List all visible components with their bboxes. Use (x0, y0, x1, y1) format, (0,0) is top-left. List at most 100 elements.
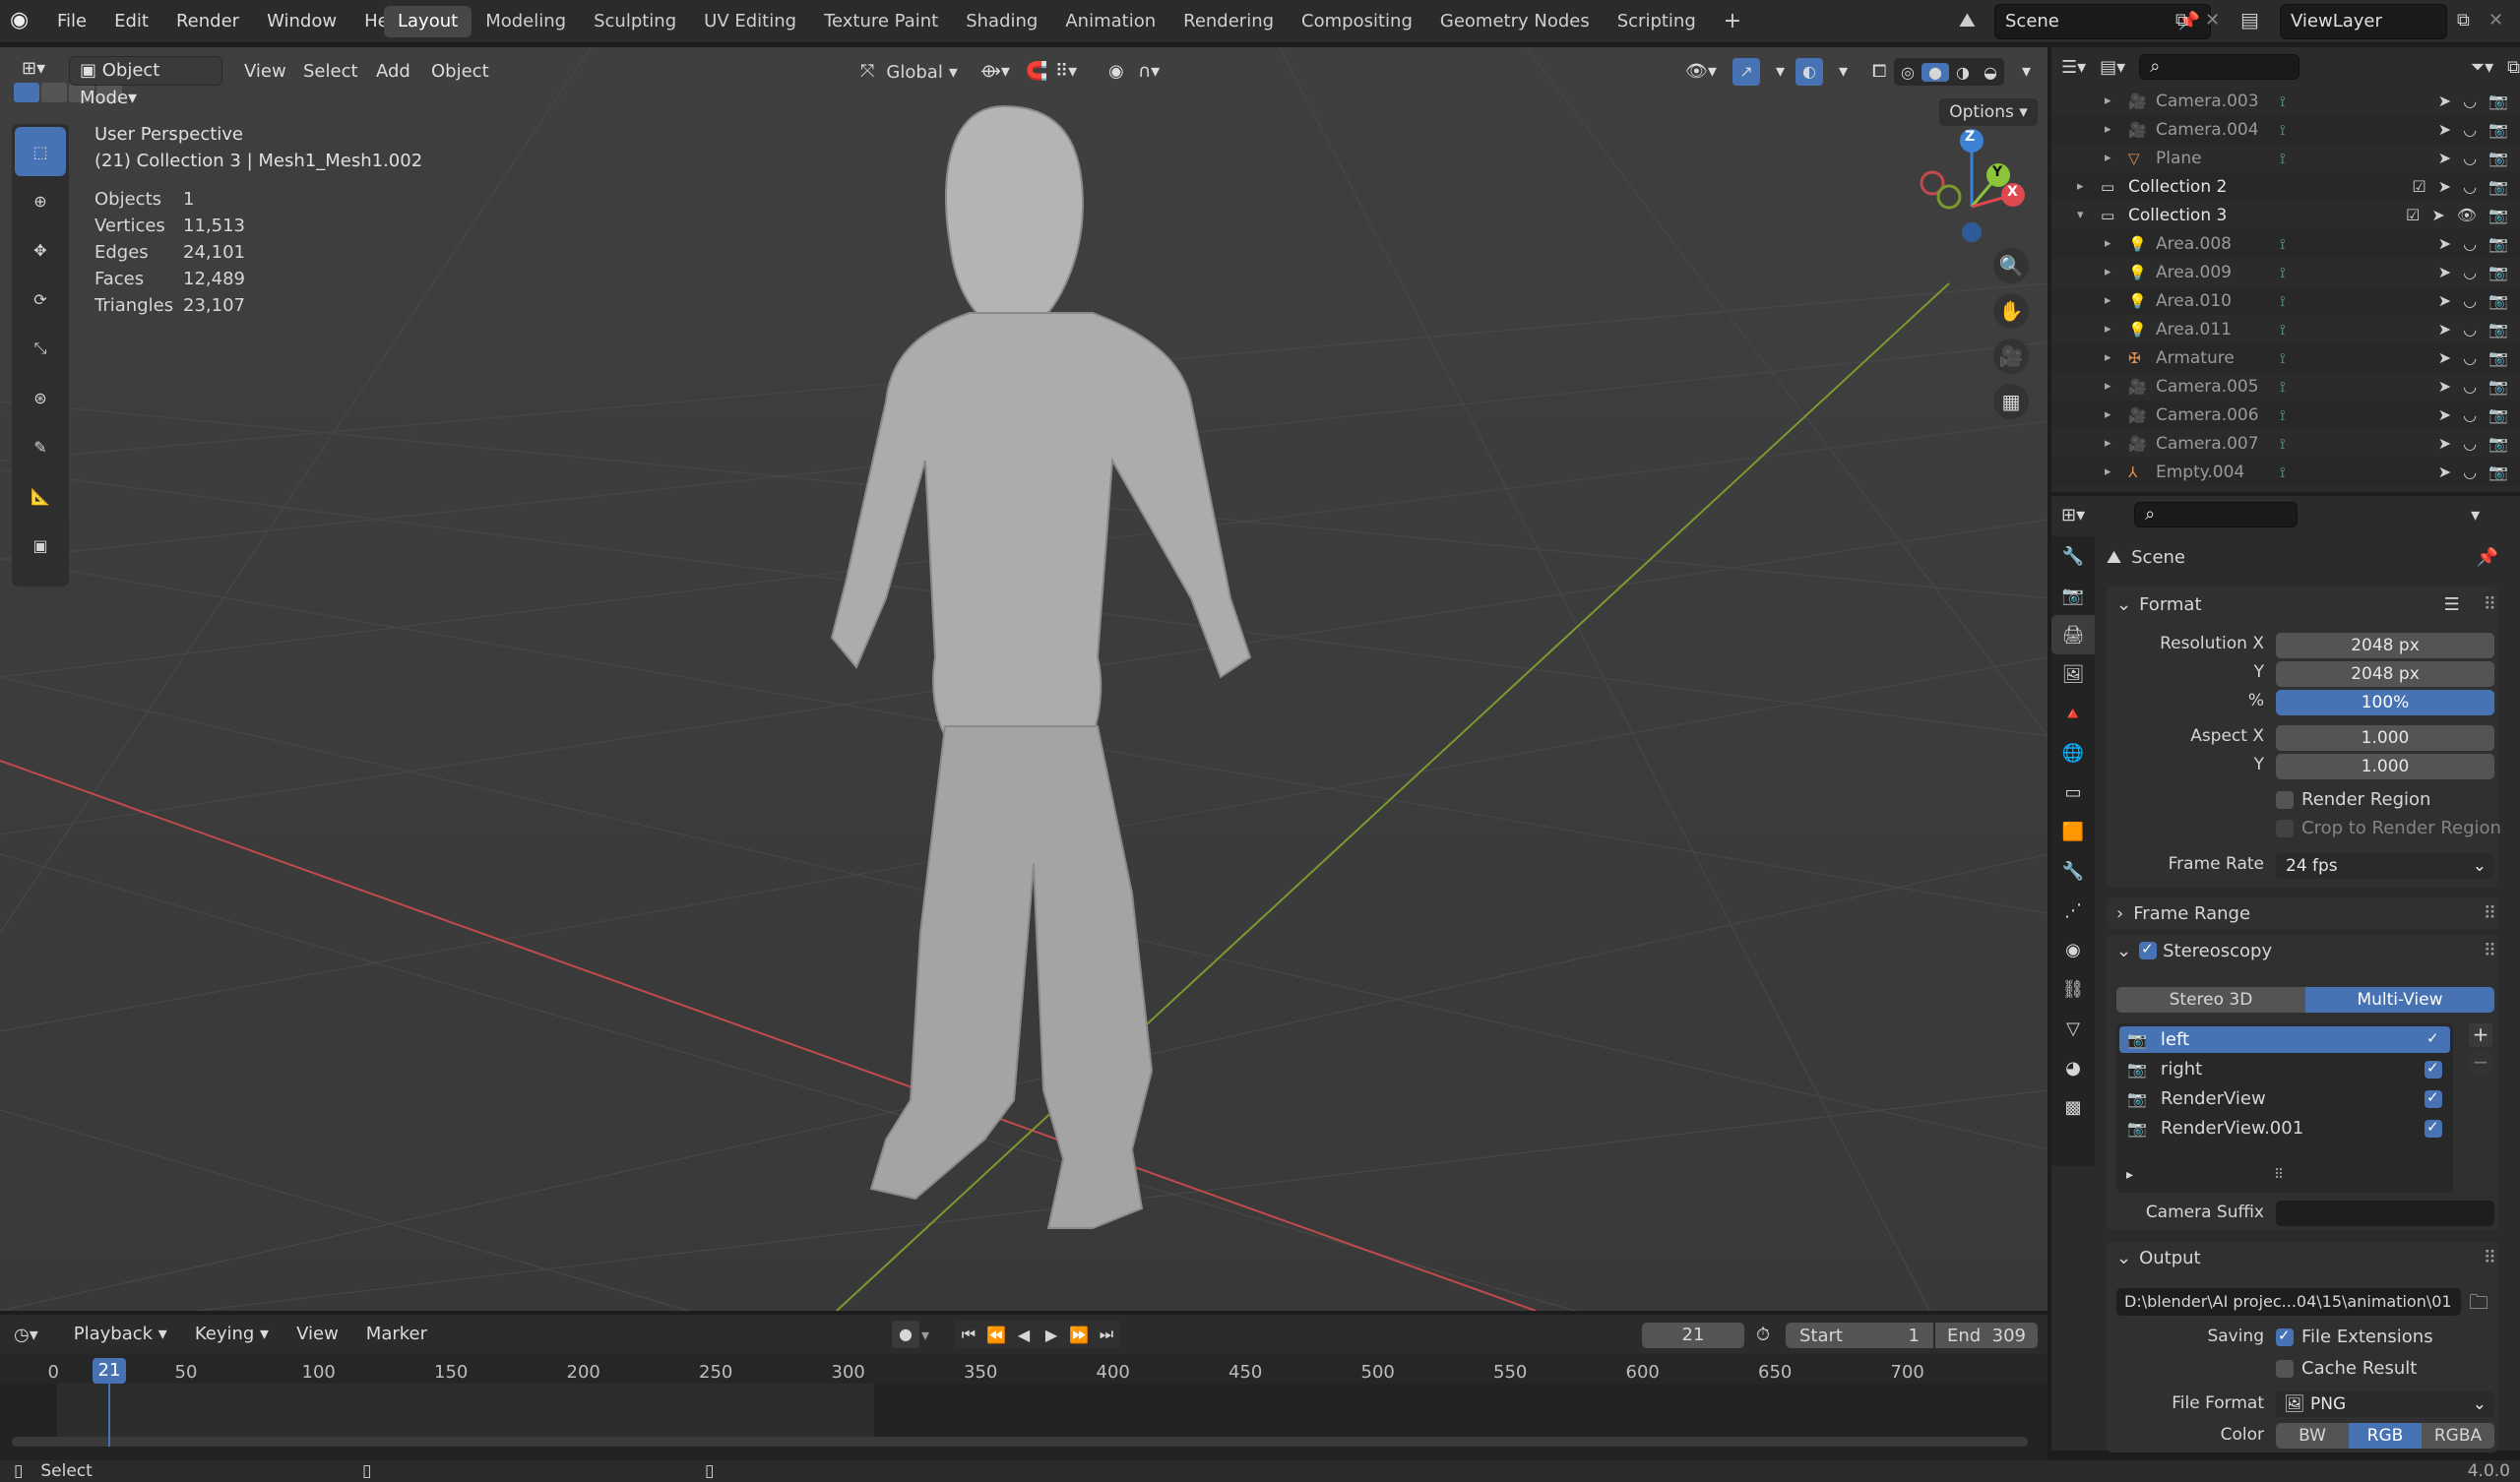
object-data-icon[interactable]: ⟟ (2280, 378, 2286, 396)
visibility-icon[interactable]: ◡ (2463, 149, 2477, 167)
measure-tool-icon[interactable]: 📐 (15, 471, 66, 521)
perspective-grid-icon[interactable]: ▦ (1993, 384, 2029, 419)
drag-handle-icon[interactable]: ⠿ (2484, 903, 2496, 924)
render-visibility-icon[interactable]: 📷 (2488, 263, 2508, 281)
tab-modeling[interactable]: Modeling (472, 6, 580, 37)
tab-rendering[interactable]: Rendering (1169, 6, 1288, 37)
expand-toggle-icon[interactable]: ▾ (2077, 208, 2084, 222)
display-mode-icon[interactable]: ▤▾ (2100, 57, 2125, 78)
outliner-row[interactable]: ▸ 💡 Area.011 ⟟ ➤ ◡ 📷 (2051, 315, 2520, 343)
menu-object[interactable]: Object (419, 56, 501, 88)
move-tool-icon[interactable]: ✥ (15, 225, 66, 275)
outliner-row[interactable]: ▸ 🎥 Camera.006 ⟟ ➤ ◡ 📷 (2051, 401, 2520, 429)
chevron-down-icon[interactable]: ▾ (921, 1326, 939, 1344)
tab-shading[interactable]: Shading (952, 6, 1051, 37)
crop-region-checkbox[interactable]: Crop to Render Region (2276, 818, 2501, 838)
file-format-dropdown[interactable]: 🖼 PNG ⌄ (2276, 1391, 2494, 1417)
transform-tool-icon[interactable]: ⊛ (15, 373, 66, 422)
falloff-icon[interactable]: ∩▾ (1126, 56, 1171, 88)
tab-uv-editing[interactable]: UV Editing (690, 6, 810, 37)
render-region-check[interactable] (2276, 790, 2294, 809)
outliner-row[interactable]: ▸ 🎥 Camera.004 ⟟ ➤ ◡ 📷 (2051, 115, 2520, 144)
outliner-row[interactable]: ▸ 💡 Area.009 ⟟ ➤ ◡ 📷 (2051, 258, 2520, 286)
selectable-icon[interactable]: ➤ (2438, 491, 2451, 492)
render-visibility-icon[interactable]: 📷 (2488, 434, 2508, 453)
multi-view-button[interactable]: Multi-View (2305, 987, 2494, 1013)
render-visibility-icon[interactable]: 📷 (2488, 463, 2508, 481)
render-visibility-icon[interactable]: 📷 (2488, 377, 2508, 396)
selectable-icon[interactable]: ➤ (2431, 206, 2444, 224)
outliner-search-input[interactable]: ⌕ (2139, 54, 2300, 80)
object-data-icon[interactable]: ⟟ (2280, 150, 2286, 167)
remove-view-icon[interactable]: − (2469, 1051, 2492, 1075)
visibility-icon[interactable]: ◡ (2463, 377, 2477, 396)
visibility-icon[interactable]: ◡ (2463, 120, 2477, 139)
selectable-icon[interactable]: ➤ (2438, 348, 2451, 367)
data-tab-icon[interactable]: ▽ (2051, 1009, 2095, 1048)
crop-region-check[interactable] (2276, 819, 2294, 837)
add-cube-tool-icon[interactable]: ▣ (15, 521, 66, 570)
outliner-row[interactable]: ▸ 💡 Area.010 ⟟ ➤ ◡ 📷 (2051, 286, 2520, 315)
menu-keying[interactable]: Keying ▾ (183, 1319, 281, 1350)
visibility-icon[interactable]: ◡ (2463, 177, 2477, 196)
render-visibility-icon[interactable]: 📷 (2488, 206, 2508, 224)
filter-icon[interactable]: ⏷▾ (2471, 57, 2493, 78)
selectable-icon[interactable]: ➤ (2438, 92, 2451, 110)
rendered-shading-icon[interactable]: ◒ (1977, 63, 2004, 82)
next-keyframe-icon[interactable]: ⏩ (1065, 1326, 1093, 1344)
add-view-icon[interactable]: + (2469, 1023, 2492, 1047)
expand-toggle-icon[interactable]: ▸ (2105, 122, 2111, 137)
options-dropdown[interactable]: Options ▾ (1939, 98, 2038, 126)
pan-hand-icon[interactable]: ✋ (1993, 293, 2029, 329)
format-panel-header[interactable]: ⌄ Format ☰ ⠿ (2116, 590, 2496, 618)
gizmo-toggle-icon[interactable]: ↗ (1732, 58, 1760, 86)
new-scene-icon[interactable]: ⧉ (2175, 10, 2188, 31)
color-bw-button[interactable]: BW (2276, 1423, 2349, 1449)
object-tab-icon[interactable]: 🟧 (2051, 812, 2095, 851)
output-header[interactable]: ⌄ Output ⠿ (2116, 1244, 2496, 1271)
editor-type-icon[interactable]: ◷▾ (14, 1325, 38, 1345)
selectable-icon[interactable]: ➤ (2438, 291, 2451, 310)
visibility-icon[interactable]: ◡ (2463, 434, 2477, 453)
prev-keyframe-icon[interactable]: ⏪ (982, 1326, 1010, 1344)
render-visibility-icon[interactable]: 📷 (2488, 405, 2508, 424)
snap-target-icon[interactable]: ⠿▾ (1043, 56, 1089, 88)
playhead-line[interactable] (108, 1384, 110, 1447)
menu-file[interactable]: File (43, 0, 100, 43)
record-icon[interactable]: ● (892, 1321, 919, 1348)
menu-marker[interactable]: Marker (354, 1319, 439, 1350)
editor-type-icon[interactable]: ⊞▾ (2061, 505, 2085, 525)
menu-playback[interactable]: Playback ▾ (62, 1319, 179, 1350)
stereoscopy-check[interactable] (2139, 940, 2158, 959)
object-data-icon[interactable]: ⟟ (2280, 321, 2286, 339)
editor-type-icon[interactable]: ☰▾ (2061, 57, 2086, 78)
collection-tab-icon[interactable]: ▭ (2051, 772, 2095, 812)
annotate-tool-icon[interactable]: ✎ (15, 422, 66, 471)
xray-icon[interactable]: ⧠ (1860, 56, 1898, 88)
outliner-row[interactable]: ▸ 🎥 Camera.003 ⟟ ➤ ◡ 📷 (2051, 87, 2520, 115)
pin-icon[interactable]: 📌 (2477, 547, 2498, 568)
outliner-row[interactable]: ▸ ✠ Armature ⟟ ➤ ◡ 📷 (2051, 343, 2520, 372)
resolution-y-field[interactable]: 2048 px (2276, 661, 2494, 687)
selectable-icon[interactable]: ➤ (2438, 463, 2451, 481)
visibility-icon[interactable]: ◡ (2463, 291, 2477, 310)
object-data-icon[interactable]: ⟟ (2280, 292, 2286, 310)
drag-handle-icon[interactable]: ⠿ (2484, 941, 2496, 961)
aspect-y-field[interactable]: 1.000 (2276, 754, 2494, 779)
select-new-icon[interactable] (14, 83, 39, 102)
view-enabled-check[interactable] (2425, 1088, 2442, 1108)
visibility-icon[interactable]: ◡ (2463, 320, 2477, 339)
view-enabled-check[interactable] (2425, 1029, 2442, 1049)
end-frame-field[interactable]: End 309 (1935, 1323, 2038, 1348)
menu-select[interactable]: Select (291, 56, 370, 88)
menu-add[interactable]: Add (364, 56, 422, 88)
presets-icon[interactable]: ☰ (2444, 594, 2460, 615)
view-enabled-check[interactable] (2425, 1118, 2442, 1138)
render-visibility-icon[interactable]: 📷 (2488, 92, 2508, 110)
selectable-icon[interactable]: ➤ (2438, 149, 2451, 167)
expand-toggle-icon[interactable]: ▸ (2105, 265, 2111, 279)
tab-animation[interactable]: Animation (1051, 6, 1169, 37)
select-extend-icon[interactable] (41, 83, 67, 102)
object-data-icon[interactable]: ⟟ (2280, 264, 2286, 281)
frame-rate-dropdown[interactable]: 24 fps ⌄ (2276, 853, 2494, 879)
